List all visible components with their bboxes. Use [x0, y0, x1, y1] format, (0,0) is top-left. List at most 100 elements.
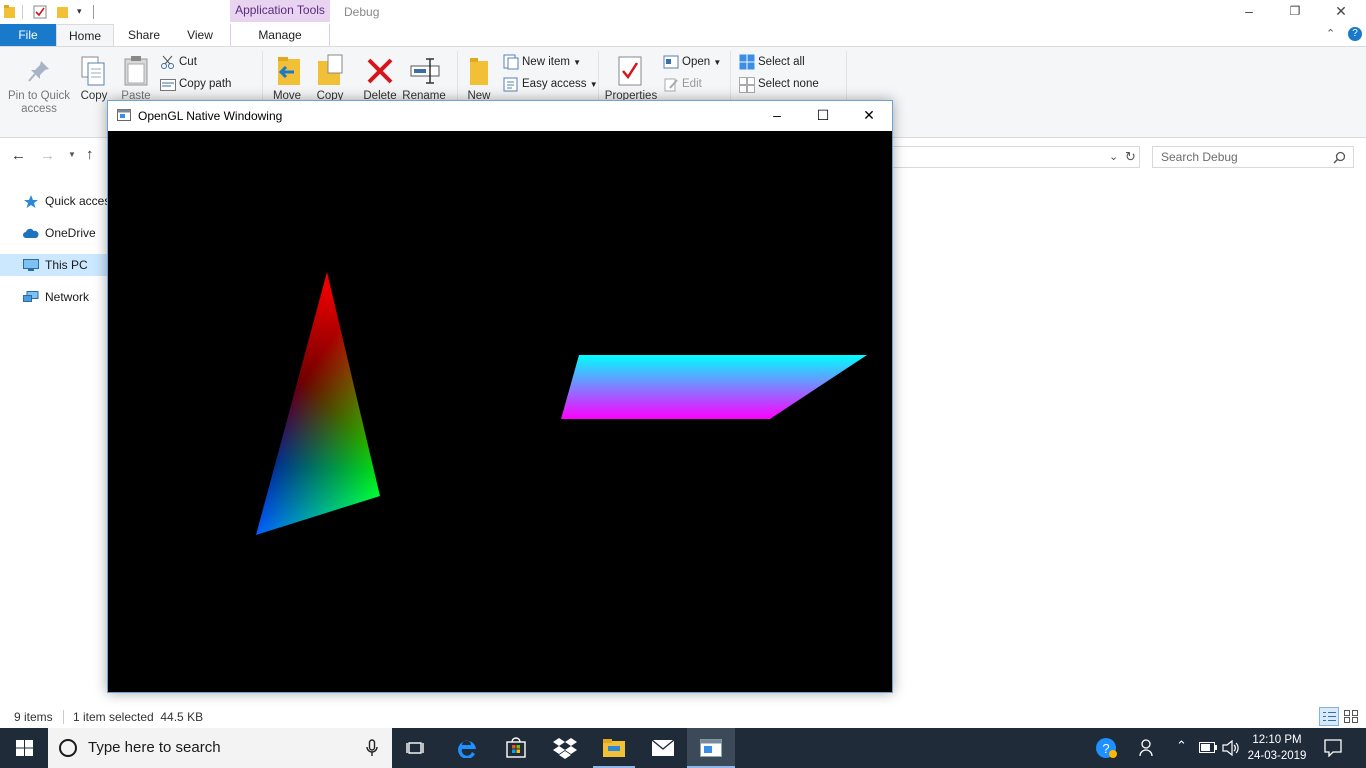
opengl-window[interactable]: OpenGL Native Windowing – ☐ ✕ — [107, 100, 893, 693]
folder-icon — [4, 5, 15, 18]
rename-icon — [410, 58, 440, 84]
nav-item-onedrive[interactable]: OneDrive — [0, 222, 107, 244]
tab-view[interactable]: View — [174, 24, 226, 46]
window-title: Debug — [344, 5, 380, 19]
tab-share[interactable]: Share — [118, 24, 170, 46]
nav-label: This PC — [45, 258, 88, 272]
nav-item-this-pc[interactable]: This PC — [0, 254, 107, 276]
new-item-button[interactable]: New item ▼ — [522, 55, 581, 70]
nav-item-network[interactable]: Network — [0, 286, 107, 308]
nav-label: Network — [45, 290, 90, 304]
taskbar-search-box[interactable]: Type here to search — [48, 728, 392, 768]
computer-icon — [23, 259, 39, 271]
battery-icon[interactable] — [1199, 742, 1217, 753]
back-arrow-icon[interactable]: ← — [11, 147, 26, 164]
close-button[interactable]: ✕ — [1318, 0, 1364, 24]
up-arrow-icon[interactable]: ↑ — [86, 146, 94, 163]
search-icon — [1333, 151, 1346, 164]
refresh-icon[interactable]: ↻ — [1125, 149, 1136, 165]
open-button[interactable]: Open ▼ — [682, 55, 721, 70]
paste-icon — [124, 56, 148, 86]
gradient-parallelogram — [561, 355, 867, 419]
new-folder-icon — [470, 58, 488, 85]
windows-start-icon[interactable] — [16, 740, 33, 756]
address-bar[interactable]: ⌄ ↻ — [888, 146, 1140, 168]
app-window-icon — [700, 739, 722, 757]
ribbon-tabs: File Home Share View Manage ⌃ ? — [0, 24, 1366, 46]
store-icon[interactable] — [505, 736, 527, 758]
cloud-icon — [23, 228, 39, 238]
recent-locations-icon[interactable]: ▼ — [68, 150, 76, 159]
opengl-titlebar[interactable]: OpenGL Native Windowing – ☐ ✕ — [108, 101, 892, 131]
collapse-ribbon-icon[interactable]: ⌃ — [1326, 27, 1335, 40]
file-explorer-icon — [603, 739, 625, 757]
search-input[interactable]: Search Debug — [1152, 146, 1354, 168]
pin-icon — [28, 61, 49, 82]
show-hidden-icons-chevron-icon[interactable]: ⌃ — [1176, 738, 1187, 754]
open-icon — [663, 55, 679, 69]
context-tab-application-tools: Application Tools — [230, 0, 330, 22]
opengl-app-taskbar-button[interactable] — [687, 728, 735, 768]
rgb-triangle — [256, 272, 380, 535]
task-view-icon[interactable] — [406, 739, 426, 757]
cut-button[interactable]: Cut — [179, 55, 197, 69]
chevron-down-icon: ▼ — [573, 58, 582, 67]
help-tray-icon[interactable]: ? — [1095, 737, 1117, 759]
edit-icon — [664, 78, 678, 92]
opengl-render-area[interactable] — [108, 131, 892, 692]
tab-file[interactable]: File — [0, 24, 56, 46]
move-to-icon — [278, 57, 300, 85]
open-label: Open — [682, 56, 711, 68]
copy-icon — [81, 56, 105, 86]
chevron-down-icon: ▼ — [713, 58, 722, 67]
action-center-icon[interactable] — [1324, 739, 1342, 757]
gl-maximize-button[interactable]: ☐ — [800, 104, 846, 128]
gl-minimize-button[interactable]: – — [754, 104, 800, 128]
details-view-icon[interactable] — [1319, 707, 1339, 726]
select-all-button[interactable]: Select all — [758, 55, 805, 69]
file-explorer-taskbar-button[interactable] — [590, 728, 638, 768]
qat-divider — [22, 5, 23, 19]
tab-home[interactable]: Home — [56, 24, 114, 46]
edit-button[interactable]: Edit — [682, 77, 702, 91]
tab-manage[interactable]: Manage — [230, 24, 330, 46]
mail-icon[interactable] — [651, 739, 675, 757]
large-icons-view-icon[interactable] — [1344, 710, 1358, 723]
new-item-icon — [503, 54, 519, 70]
help-icon[interactable]: ? — [1348, 27, 1362, 41]
details-view-glyph — [1323, 712, 1336, 721]
gl-close-button[interactable]: ✕ — [846, 104, 892, 128]
qat-divider — [93, 5, 94, 19]
restore-button[interactable]: ❐ — [1272, 0, 1318, 24]
qat-dropdown-icon[interactable]: ▾ — [77, 6, 82, 17]
clock-time: 12:10 PM — [1252, 734, 1302, 746]
copy-path-button[interactable]: Copy path — [179, 77, 231, 91]
chevron-down-icon: ▼ — [589, 80, 598, 89]
system-clock[interactable]: 12:10 PM 24-03-2019 — [1244, 732, 1310, 764]
new-folder-qat-icon[interactable] — [57, 5, 69, 19]
search-placeholder: Search Debug — [1161, 150, 1238, 164]
volume-icon[interactable] — [1222, 740, 1240, 756]
microphone-icon[interactable] — [366, 739, 378, 757]
app-icon — [117, 109, 131, 121]
nav-label: Quick access — [45, 194, 107, 208]
address-dropdown-icon[interactable]: ⌄ — [1109, 150, 1118, 163]
taskbar-search-placeholder: Type here to search — [88, 739, 221, 756]
easy-access-icon — [503, 77, 518, 92]
scissors-icon — [161, 55, 174, 69]
minimize-button[interactable]: – — [1226, 0, 1272, 24]
pin-label[interactable]: Pin to Quick access — [4, 90, 74, 116]
clock-date: 24-03-2019 — [1247, 750, 1307, 762]
people-icon[interactable] — [1139, 739, 1155, 757]
nav-item-quick-access[interactable]: Quick access — [0, 190, 107, 212]
select-none-icon — [739, 77, 755, 93]
network-icon — [23, 291, 39, 302]
properties-qat-icon[interactable] — [33, 5, 47, 19]
easy-access-button[interactable]: Easy access ▼ — [522, 77, 598, 92]
opengl-window-title: OpenGL Native Windowing — [138, 109, 283, 123]
select-none-button[interactable]: Select none — [758, 77, 819, 91]
forward-arrow-icon[interactable]: → — [40, 147, 55, 164]
dropbox-icon[interactable] — [553, 737, 577, 759]
item-count: 9 items — [14, 710, 53, 724]
edge-icon[interactable] — [456, 736, 478, 758]
